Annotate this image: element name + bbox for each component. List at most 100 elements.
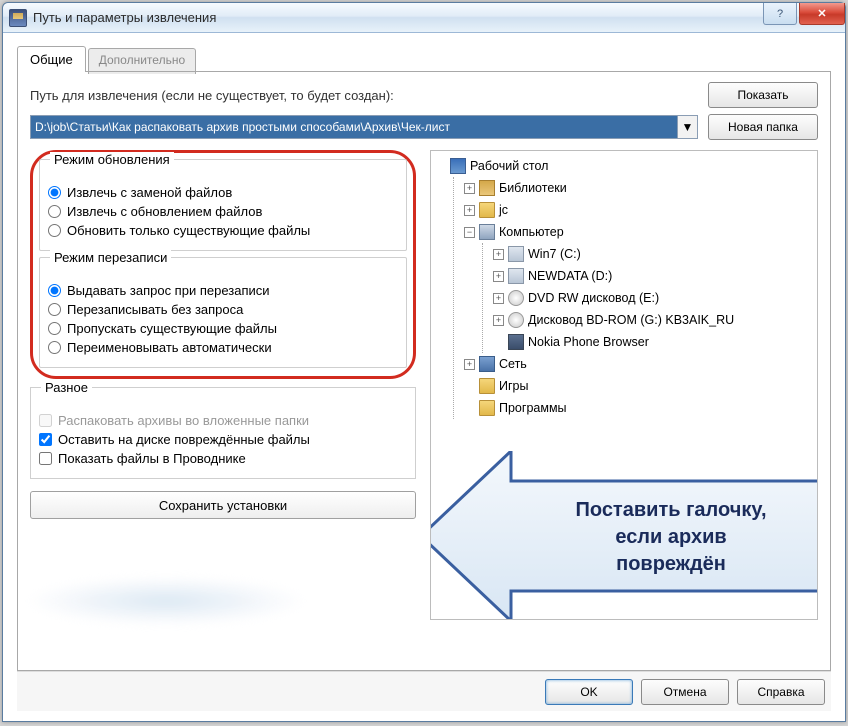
update-replace-option[interactable]: Извлечь с заменой файлов xyxy=(48,185,398,200)
left-column: Режим обновления Извлечь с заменой файло… xyxy=(30,150,416,620)
network-icon xyxy=(479,356,495,372)
expand-icon[interactable]: + xyxy=(493,271,504,282)
folder-icon xyxy=(479,378,495,394)
tree-prog-label: Программы xyxy=(499,397,567,419)
radio-ask-label: Выдавать запрос при перезаписи xyxy=(67,283,270,298)
library-icon xyxy=(479,180,495,196)
radio-noask-label: Перезаписывать без запроса xyxy=(67,302,243,317)
callout-line3: повреждён xyxy=(616,553,726,575)
radio-replace-label: Извлечь с заменой файлов xyxy=(67,185,232,200)
tree-nokia[interactable]: Nokia Phone Browser xyxy=(493,331,813,353)
title-bar[interactable]: Путь и параметры извлечения ? ✕ xyxy=(3,3,845,33)
tree-drive-e[interactable]: + DVD RW дисковод (E:) xyxy=(493,287,813,309)
checkbox-show-explorer-label: Показать файлы в Проводнике xyxy=(58,451,246,466)
update-update-option[interactable]: Извлечь с обновлением файлов xyxy=(48,204,398,219)
tab-general[interactable]: Общие xyxy=(17,46,86,72)
expand-icon[interactable]: + xyxy=(464,359,475,370)
overwrite-rename-option[interactable]: Переименовывать автоматически xyxy=(48,340,398,355)
help-button[interactable]: Справка xyxy=(737,679,825,705)
update-existing-option[interactable]: Обновить только существующие файлы xyxy=(48,223,398,238)
checkbox-subfolders xyxy=(39,414,52,427)
update-mode-group: Режим обновления Извлечь с заменой файло… xyxy=(39,159,407,251)
client-area: Общие Дополнительно Путь для извлечения … xyxy=(3,33,845,721)
tree-desktop[interactable]: Рабочий стол xyxy=(435,155,813,177)
tree-games[interactable]: Игры xyxy=(464,375,813,397)
bd-icon xyxy=(508,312,524,328)
folder-tree[interactable]: Рабочий стол + Библиотеки + xyxy=(430,150,818,620)
expand-icon[interactable]: + xyxy=(493,249,504,260)
new-folder-button[interactable]: Новая папка xyxy=(708,114,818,140)
radio-replace[interactable] xyxy=(48,186,61,199)
radio-update-label: Извлечь с обновлением файлов xyxy=(67,204,262,219)
expand-icon[interactable]: + xyxy=(464,205,475,216)
tree-d-label: NEWDATA (D:) xyxy=(528,265,612,287)
tree-network[interactable]: + Сеть xyxy=(464,353,813,375)
overwrite-mode-legend: Режим перезаписи xyxy=(50,250,171,265)
overwrite-skip-option[interactable]: Пропускать существующие файлы xyxy=(48,321,398,336)
expand-icon[interactable]: + xyxy=(464,183,475,194)
show-button[interactable]: Показать xyxy=(708,82,818,108)
radio-update[interactable] xyxy=(48,205,61,218)
checkbox-show-explorer[interactable] xyxy=(39,452,52,465)
dvd-icon xyxy=(508,290,524,306)
close-icon[interactable]: ✕ xyxy=(799,3,845,25)
drive-icon xyxy=(508,246,524,262)
radio-noask[interactable] xyxy=(48,303,61,316)
tree-desktop-label: Рабочий стол xyxy=(470,155,548,177)
path-label: Путь для извлечения (если не существует,… xyxy=(30,88,698,103)
radio-existing[interactable] xyxy=(48,224,61,237)
overwrite-mode-group: Режим перезаписи Выдавать запрос при пер… xyxy=(39,257,407,368)
cancel-button[interactable]: Отмена xyxy=(641,679,729,705)
overwrite-ask-option[interactable]: Выдавать запрос при перезаписи xyxy=(48,283,398,298)
misc-legend: Разное xyxy=(41,380,92,395)
callout-line1: Поставить галочку, xyxy=(575,499,766,521)
overwrite-noask-option[interactable]: Перезаписывать без запроса xyxy=(48,302,398,317)
path-input[interactable] xyxy=(31,116,677,138)
checkbox-keep-broken[interactable] xyxy=(39,433,52,446)
tree-libraries[interactable]: + Библиотеки xyxy=(464,177,813,199)
chevron-down-icon[interactable]: ▼ xyxy=(677,116,697,138)
tree-drive-g[interactable]: + Дисковод BD-ROM (G:) KB3AIK_RU xyxy=(493,309,813,331)
highlight-annotation: Режим обновления Извлечь с заменой файло… xyxy=(30,150,416,379)
tree-computer-label: Компьютер xyxy=(499,221,564,243)
collapse-icon[interactable]: − xyxy=(464,227,475,238)
radio-rename[interactable] xyxy=(48,341,61,354)
radio-skip[interactable] xyxy=(48,322,61,335)
expand-icon[interactable]: + xyxy=(493,293,504,304)
tree-nokia-label: Nokia Phone Browser xyxy=(528,331,649,353)
tree-programs[interactable]: Программы xyxy=(464,397,813,419)
ok-button[interactable]: OK xyxy=(545,679,633,705)
radio-ask[interactable] xyxy=(48,284,61,297)
radio-existing-label: Обновить только существующие файлы xyxy=(67,223,310,238)
phone-icon xyxy=(508,334,524,350)
folder-icon xyxy=(479,202,495,218)
app-icon xyxy=(9,9,27,27)
misc-group: Разное Распаковать архивы во вложенные п… xyxy=(30,387,416,479)
update-mode-legend: Режим обновления xyxy=(50,152,174,167)
desktop-icon xyxy=(450,158,466,174)
expand-icon[interactable]: + xyxy=(493,315,504,326)
tree-drive-d[interactable]: + NEWDATA (D:) xyxy=(493,265,813,287)
path-combobox[interactable]: ▼ xyxy=(30,115,698,139)
folder-icon xyxy=(479,400,495,416)
show-explorer-option[interactable]: Показать файлы в Проводнике xyxy=(39,451,407,466)
tree-g-label: Дисковод BD-ROM (G:) KB3AIK_RU xyxy=(528,309,734,331)
dialog-window: Путь и параметры извлечения ? ✕ Общие До… xyxy=(2,2,846,722)
window-title: Путь и параметры извлечения xyxy=(33,10,763,25)
tree-games-label: Игры xyxy=(499,375,528,397)
computer-icon xyxy=(479,224,495,240)
tree-computer[interactable]: − Компьютер xyxy=(464,221,813,243)
tabs: Общие Дополнительно xyxy=(17,45,831,71)
tree-c-label: Win7 (C:) xyxy=(528,243,581,265)
tree-drive-c[interactable]: + Win7 (C:) xyxy=(493,243,813,265)
help-icon[interactable]: ? xyxy=(763,3,797,25)
tree-jc-label: jc xyxy=(499,199,508,221)
save-settings-button[interactable]: Сохранить установки xyxy=(30,491,416,519)
tree-jc[interactable]: + jc xyxy=(464,199,813,221)
tree-net-label: Сеть xyxy=(499,353,527,375)
drive-icon xyxy=(508,268,524,284)
callout-arrow: Поставить галочку, если архив повреждён xyxy=(430,451,818,620)
radio-rename-label: Переименовывать автоматически xyxy=(67,340,272,355)
keep-broken-option[interactable]: Оставить на диске повреждённые файлы xyxy=(39,432,407,447)
callout-line2: если архив xyxy=(615,526,726,548)
